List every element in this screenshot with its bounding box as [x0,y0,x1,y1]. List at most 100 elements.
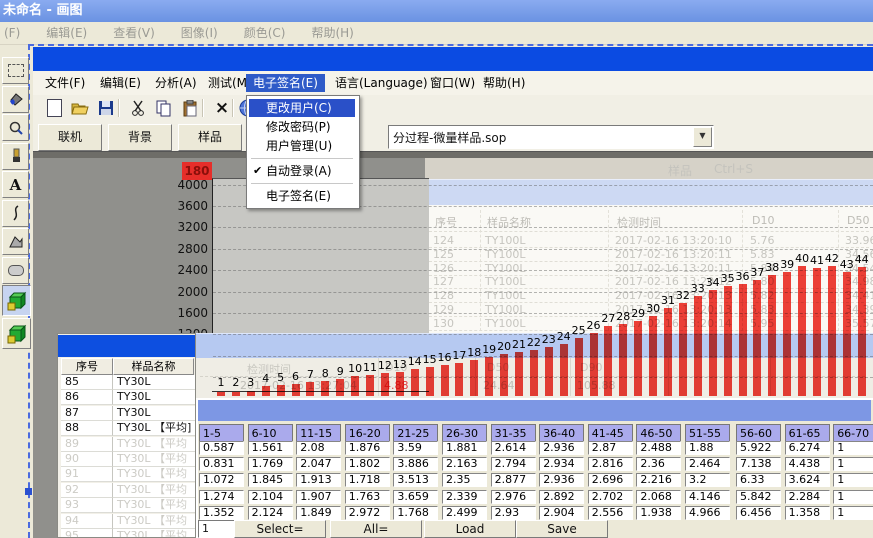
toolbar-delete-icon[interactable]: × [212,98,232,118]
dist-cell[interactable]: 2.934 [539,457,584,471]
dist-cell[interactable]: 2.556 [588,506,633,520]
dist-cell[interactable]: 0.587 [199,441,244,455]
dist-cell[interactable]: 2.702 [588,490,633,504]
dist-cell[interactable]: 2.877 [491,473,536,487]
toolbar-copy-icon[interactable] [154,98,174,118]
dist-cell[interactable]: 2.892 [539,490,584,504]
dist-cell[interactable]: 5.922 [736,441,781,455]
tool-rounded-rect-tool-icon[interactable] [2,257,29,284]
command-button-背景[interactable]: 背景 [108,124,172,151]
dist-cell[interactable]: 1.845 [248,473,293,487]
dist-cell[interactable]: 1.907 [296,490,341,504]
dist-cell[interactable]: 1.358 [785,506,830,520]
dist-cell[interactable]: 2.284 [785,490,830,504]
dist-cell[interactable]: 3.624 [785,473,830,487]
tool-fill-tool-icon[interactable] [2,86,29,113]
dist-cell[interactable]: 2.464 [685,457,730,471]
dist-cell[interactable]: 7.138 [736,457,781,471]
dist-cell[interactable]: 2.816 [588,457,633,471]
dist-cell[interactable]: 2.972 [345,506,390,520]
app-menu-item-1[interactable]: 编辑(E) [93,74,148,92]
command-button-样品[interactable]: 样品 [178,124,242,151]
paint-menu-item-0[interactable]: (F) [4,22,20,44]
dist-button-All[interactable]: All= [330,520,422,538]
toolbar-save-file-icon[interactable] [96,98,116,118]
dist-cell[interactable]: 1 [833,457,873,471]
dist-cell[interactable]: 2.068 [636,490,681,504]
menu-item-用户管理(U)[interactable]: 用户管理(U) [249,137,355,155]
app-menu-item-0[interactable]: 文件(F) [38,74,92,92]
app-menu-item-5[interactable]: 语言(Language) [328,74,435,92]
dist-cell[interactable]: 5.842 [736,490,781,504]
dist-cell[interactable]: 1.718 [345,473,390,487]
results-row-name[interactable]: TY30L 【平均 [113,498,196,513]
results-row-id[interactable]: 91 [61,467,113,482]
app-menu-item-4[interactable]: 电子签名(E) [246,74,325,92]
paint-menu-item-3[interactable]: 图像(I) [181,22,218,44]
paint-menu-item-4[interactable]: 颜色(C) [244,22,286,44]
dist-cell[interactable]: 6.456 [736,506,781,520]
results-row-name[interactable]: TY30L 【平均] [113,421,196,436]
menu-item-更改用户(C)[interactable]: 更改用户(C) [249,99,355,117]
selection-marquee-top[interactable] [28,44,873,46]
paint-menu-item-1[interactable]: 编辑(E) [46,22,87,44]
dist-cell[interactable]: 4.146 [685,490,730,504]
dist-cell[interactable]: 4.966 [685,506,730,520]
dist-cell[interactable]: 6.274 [785,441,830,455]
paint-menu-item-2[interactable]: 查看(V) [113,22,155,44]
dist-cell[interactable]: 2.339 [442,490,487,504]
dist-cell[interactable]: 2.08 [296,441,341,455]
command-button-联机[interactable]: 联机 [38,124,102,151]
dist-cell[interactable]: 3.659 [393,490,438,504]
dist-cell[interactable]: 2.976 [491,490,536,504]
dist-cell[interactable]: 2.794 [491,457,536,471]
results-row-name[interactable]: TY30L [113,390,196,405]
results-row-id[interactable]: 86 [61,390,113,405]
dist-cell[interactable]: 1.768 [393,506,438,520]
tool-magnifier-tool-icon[interactable] [2,114,29,141]
results-row-id[interactable]: 89 [61,437,113,452]
tool-curve-tool-icon[interactable] [2,200,29,227]
dist-button-Load[interactable]: Load [424,520,516,538]
results-row-id[interactable]: 85 [61,375,113,390]
dist-button-Save[interactable]: Save [516,520,608,538]
dist-cell[interactable]: 1.561 [248,441,293,455]
sop-file-combobox[interactable]: 分过程-微量样品.sop ▼ [388,125,714,149]
dist-cell[interactable]: 2.36 [636,457,681,471]
dist-cell[interactable]: 1.072 [199,473,244,487]
results-row-name[interactable]: TY30L 【平均 [113,467,196,482]
paint-title-bar[interactable]: 未命名 - 画图 [0,0,873,22]
toolbar-new-file-icon[interactable] [44,98,64,118]
dist-cell[interactable]: 2.499 [442,506,487,520]
dist-button-Select[interactable]: Select= [234,520,326,538]
dist-cell[interactable]: 2.696 [588,473,633,487]
app-menu-item-2[interactable]: 分析(A) [148,74,204,92]
combobox-dropdown-icon[interactable]: ▼ [693,127,712,147]
toolbar-cut-icon[interactable] [128,98,148,118]
results-row-name[interactable]: TY30L [113,375,196,390]
dist-cell[interactable]: 2.614 [491,441,536,455]
dist-cell[interactable]: 2.936 [539,441,584,455]
tool-select-tool-icon[interactable] [2,57,29,84]
dist-cell[interactable]: 1.763 [345,490,390,504]
dist-cell[interactable]: 2.488 [636,441,681,455]
results-row-name[interactable]: TY30L 【平均 [113,529,196,538]
results-row-id[interactable]: 93 [61,498,113,513]
results-row-id[interactable]: 92 [61,483,113,498]
dist-cell[interactable]: 1.352 [199,506,244,520]
menu-item-修改密码(P)[interactable]: 修改密码(P) [249,118,355,136]
dist-cell[interactable]: 2.904 [539,506,584,520]
dist-cell[interactable]: 1.274 [199,490,244,504]
dist-cell[interactable]: 1.849 [296,506,341,520]
dist-cell[interactable]: 1.938 [636,506,681,520]
menu-item-电子签名(E)[interactable]: 电子签名(E) [249,187,355,205]
results-row-id[interactable]: 90 [61,452,113,467]
results-row-id[interactable]: 94 [61,514,113,529]
dist-cell[interactable]: 3.2 [685,473,730,487]
dist-cell[interactable]: 3.59 [393,441,438,455]
dist-cell[interactable]: 6.33 [736,473,781,487]
dist-cell[interactable]: 2.35 [442,473,487,487]
dist-cell[interactable]: 1.876 [345,441,390,455]
dist-cell[interactable]: 1 [833,506,873,520]
results-row-name[interactable]: TY30L 【平均 [113,437,196,452]
